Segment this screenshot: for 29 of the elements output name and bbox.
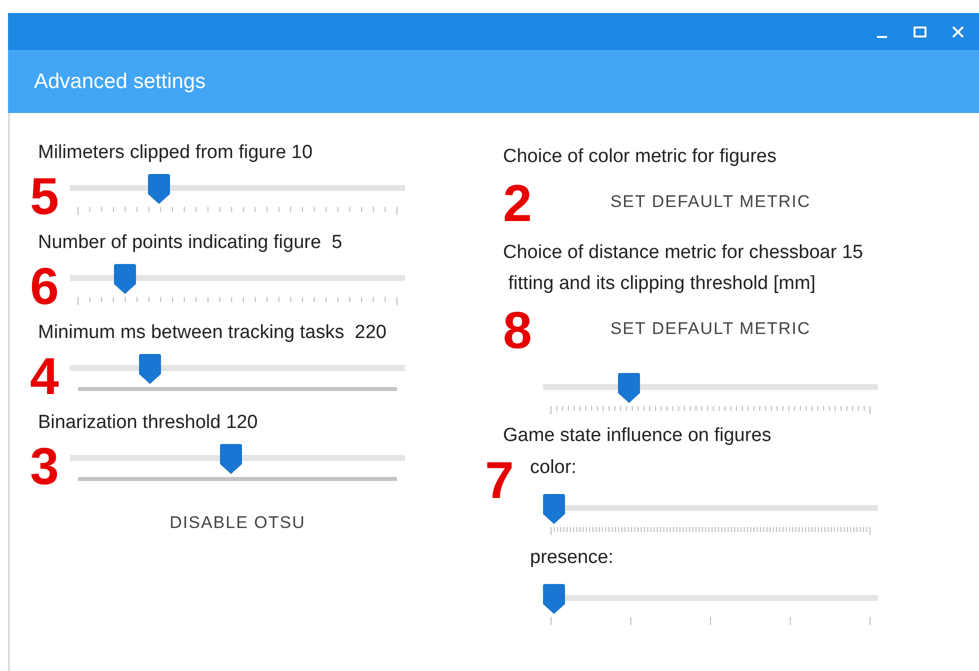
text-button[interactable]: DISABLE OTSU <box>162 501 314 541</box>
slider-thumb[interactable] <box>618 373 640 403</box>
slider-thumb[interactable] <box>543 494 565 524</box>
text-button[interactable]: SET DEFAULT METRIC <box>602 172 819 220</box>
annotation-number: 5 <box>30 171 59 223</box>
maximize-icon[interactable] <box>913 24 927 38</box>
annotation-number: 2 <box>503 178 532 230</box>
slider-thumb[interactable] <box>114 264 136 294</box>
slider-label: Minimum ms between tracking tasks 220 <box>37 321 388 345</box>
setting-label: Choice of distance metric for chessboar 15 fitting and its clipping threshold [mm] <box>503 241 864 296</box>
annotation-number: 8 <box>503 305 532 357</box>
annotation-number: 3 <box>30 441 59 493</box>
setting-label: Choice of color metric for figures <box>503 145 778 169</box>
window-title: Advanced settings <box>34 70 206 94</box>
text-button[interactable]: SET DEFAULT METRIC <box>602 299 819 347</box>
slider-thumb[interactable] <box>138 354 161 384</box>
annotation-number: 4 <box>30 351 59 403</box>
slider-label: Number of points indicating figure 5 <box>37 231 344 255</box>
slider-thumb[interactable] <box>543 584 565 614</box>
slider-thumb[interactable] <box>148 174 170 204</box>
annotation-number: 6 <box>30 261 59 313</box>
close-icon[interactable] <box>951 24 965 38</box>
annotation-number: 7 <box>485 455 514 507</box>
setting-label: presence: <box>530 546 614 570</box>
slider-label: Binarization threshold 120 <box>37 411 259 435</box>
setting-label: color: <box>530 456 576 480</box>
setting-label: Game state influence on figures <box>503 424 772 448</box>
slider-thumb[interactable] <box>220 444 242 474</box>
slider-label: Milimeters clipped from figure 10 <box>37 141 314 165</box>
